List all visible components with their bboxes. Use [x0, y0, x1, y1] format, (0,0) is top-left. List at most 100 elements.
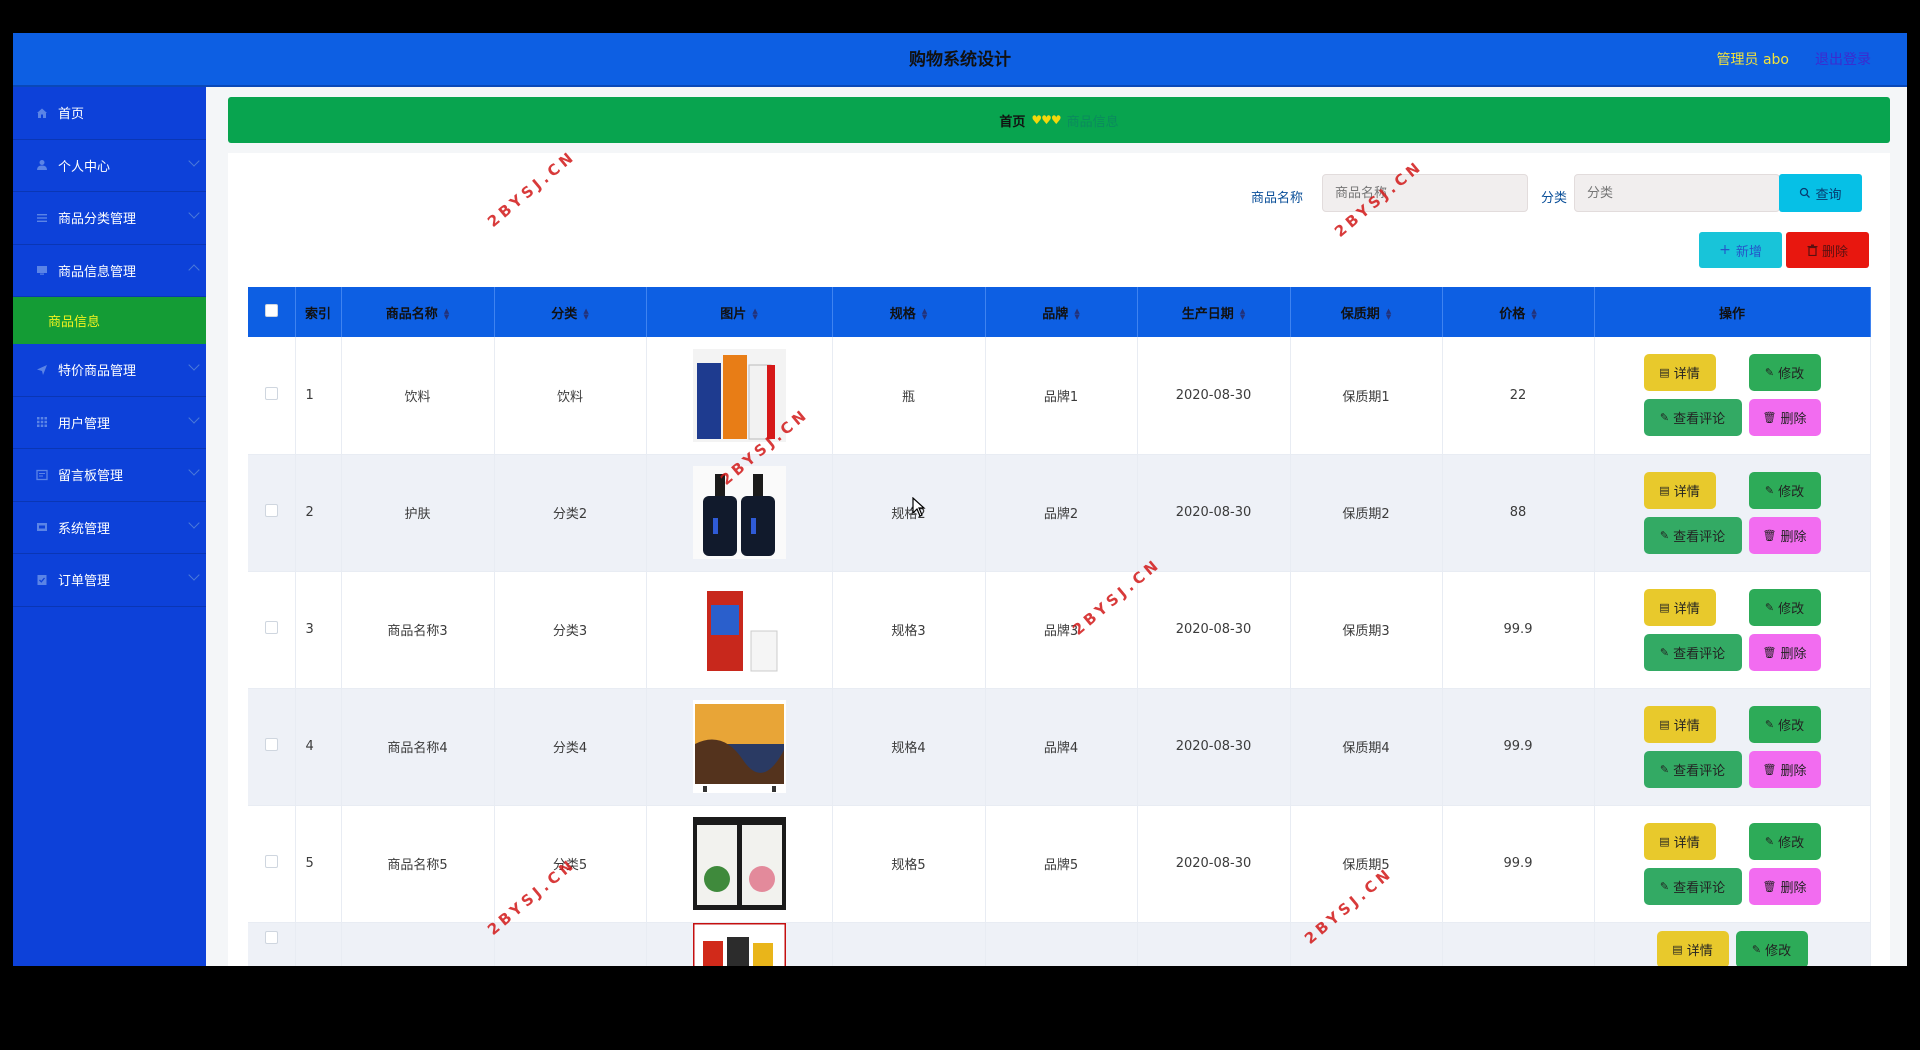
column-header-label: 保质期: [1340, 306, 1380, 322]
shelf-life-cell: 保质期2: [1290, 454, 1443, 572]
breadcrumb: 首页 ♥♥♥ 商品信息: [228, 97, 1890, 143]
actions-cell: ▤ 详情 ✎ 修改: [1594, 922, 1871, 966]
pencil-icon: ✎: [1659, 645, 1670, 659]
add-button[interactable]: + 新增: [1699, 232, 1782, 268]
row-checkbox[interactable]: [264, 930, 278, 944]
edit-button[interactable]: ✎ 修改: [1748, 705, 1821, 743]
delete-row-button[interactable]: 🗑 删除: [1748, 399, 1821, 437]
edit-label: 修改: [1765, 943, 1792, 959]
sort-icon[interactable]: ▲ ▼: [444, 308, 449, 321]
chevron-down-icon: [188, 154, 200, 167]
view-reviews-button[interactable]: ✎ 查看评论: [1643, 750, 1742, 788]
edit-button[interactable]: ✎ 修改: [1748, 354, 1821, 392]
sidebar-subitem-product-info[interactable]: 商品信息: [13, 297, 206, 344]
price-cell: 99.9: [1442, 805, 1595, 923]
sort-icon[interactable]: ▲ ▼: [1240, 308, 1245, 321]
sort-icon[interactable]: ▲ ▼: [1531, 308, 1536, 321]
sidebar-item-category[interactable]: 商品分类管理: [13, 192, 206, 245]
row-checkbox[interactable]: [264, 621, 278, 634]
column-header-date[interactable]: 生产日期 ▲ ▼: [1137, 287, 1291, 337]
sidebar-item-personal[interactable]: 个人中心: [13, 140, 206, 192]
edit-button[interactable]: ✎ 修改: [1748, 471, 1821, 509]
sidebar-item-messages[interactable]: 留言板管理: [13, 449, 206, 502]
column-header-image[interactable]: 图片 ▲ ▼: [646, 287, 833, 337]
snack-pack-image[interactable]: [692, 922, 786, 967]
home-icon: [35, 106, 49, 120]
product-name-cell: 商品名称4: [341, 688, 495, 806]
detail-button[interactable]: ▤ 详情: [1643, 822, 1716, 860]
delete-row-button[interactable]: 🗑 删除: [1748, 516, 1821, 554]
sort-icon[interactable]: ▲ ▼: [583, 308, 588, 321]
television-image[interactable]: [692, 700, 786, 793]
sidebar-item-system[interactable]: 系统管理: [13, 502, 206, 554]
shelf-life-cell: 保质期1: [1290, 337, 1443, 455]
delete-row-button[interactable]: 🗑 删除: [1748, 750, 1821, 788]
detail-label: 详情: [1686, 943, 1713, 959]
logout-link[interactable]: 退出登录: [1815, 33, 1871, 87]
delete-row-button[interactable]: 🗑 删除: [1748, 633, 1821, 671]
column-header-brand[interactable]: 品牌 ▲ ▼: [985, 287, 1138, 337]
bulk-delete-button[interactable]: 删除: [1786, 232, 1869, 268]
top-header: 购物系统设计 管理员 abo 退出登录: [13, 33, 1907, 87]
sort-icon[interactable]: ▲ ▼: [922, 308, 927, 321]
column-header-price[interactable]: 价格 ▲ ▼: [1442, 287, 1595, 337]
row-index: 4: [295, 688, 342, 806]
view-reviews-button[interactable]: ✎ 查看评论: [1643, 516, 1742, 554]
image-cell: [646, 805, 833, 923]
row-select-cell: [248, 571, 296, 689]
beverage-cartons-image[interactable]: [692, 348, 786, 442]
view-reviews-label: 查看评论: [1673, 646, 1726, 662]
edit-button[interactable]: ✎ 修改: [1748, 588, 1821, 626]
row-select-cell: [248, 805, 296, 923]
sidebar-item-orders[interactable]: 订单管理: [13, 554, 206, 607]
actions-cell: ▤ 详情 ✎ 修改 ✎ 查看评论 🗑 删除: [1594, 337, 1871, 455]
row-checkbox[interactable]: [264, 386, 278, 400]
product-table: 索引 商品名称 ▲ ▼ 分类 ▲ ▼ 图片 ▲ ▼ 规格 ▲ ▼ 品牌 ▲ ▼ 生产日期 ▲ ▼ 保质期…: [248, 287, 1871, 966]
view-reviews-button[interactable]: ✎ 查看评论: [1643, 867, 1742, 905]
category-cell: [494, 922, 647, 966]
column-header-name[interactable]: 商品名称 ▲ ▼: [341, 287, 495, 337]
delete-row-button[interactable]: 🗑 删除: [1748, 867, 1821, 905]
detail-button[interactable]: ▤ 详情: [1643, 705, 1716, 743]
milk-carton-image[interactable]: [692, 583, 786, 676]
sort-icon[interactable]: ▲ ▼: [752, 308, 757, 321]
view-reviews-label: 查看评论: [1673, 880, 1726, 896]
row-checkbox[interactable]: [264, 738, 278, 751]
column-header-spec[interactable]: 规格 ▲ ▼: [832, 287, 986, 337]
detail-button[interactable]: ▤ 详情: [1643, 588, 1716, 626]
category-cell: 分类2: [494, 454, 647, 572]
actions-cell: ▤ 详情 ✎ 修改 ✎ 查看评论 🗑 删除: [1594, 454, 1871, 572]
select-all-checkbox[interactable]: [264, 303, 278, 317]
bulk-delete-label: 删除: [1821, 244, 1848, 260]
breadcrumb-home[interactable]: 首页: [999, 111, 1025, 130]
edit-button[interactable]: ✎ 修改: [1748, 822, 1821, 860]
edit-button[interactable]: ✎ 修改: [1735, 930, 1808, 966]
app-window: 购物系统设计 管理员 abo 退出登录 首页 个人中心 商品分类管理 商品信息管…: [13, 33, 1907, 966]
sidebar-item-home[interactable]: 首页: [13, 87, 206, 140]
chevron-down-icon: [188, 207, 200, 219]
column-header-label: 图片: [720, 306, 747, 322]
detail-button[interactable]: ▤ 详情: [1656, 930, 1729, 966]
sidebar-item-users[interactable]: 用户管理: [13, 397, 206, 449]
sidebar-item-product-info[interactable]: 商品信息管理: [13, 245, 206, 297]
sort-icon[interactable]: ▲ ▼: [1074, 308, 1079, 321]
sidebar-item-special[interactable]: 特价商品管理: [13, 344, 206, 397]
row-checkbox[interactable]: [264, 504, 278, 517]
detail-button[interactable]: ▤ 详情: [1643, 471, 1716, 509]
row-checkbox[interactable]: [264, 855, 278, 868]
column-header-shelf-life[interactable]: 保质期 ▲ ▼: [1290, 287, 1443, 337]
product-name-input[interactable]: [1322, 174, 1528, 212]
sort-icon[interactable]: ▲ ▼: [1386, 308, 1391, 321]
skincare-bottles-image[interactable]: [692, 466, 786, 559]
shelf-life-cell: 保质期3: [1290, 571, 1443, 689]
view-reviews-label: 查看评论: [1673, 412, 1726, 428]
category-input[interactable]: [1574, 174, 1780, 212]
query-button[interactable]: 查询: [1779, 174, 1862, 212]
view-reviews-button[interactable]: ✎ 查看评论: [1643, 633, 1742, 671]
shelf-life-cell: [1290, 922, 1443, 966]
production-date-cell: 2020-08-30: [1137, 337, 1291, 455]
column-header-category[interactable]: 分类 ▲ ▼: [494, 287, 647, 337]
view-reviews-button[interactable]: ✎ 查看评论: [1643, 399, 1742, 437]
cosmetic-boxes-image[interactable]: [692, 817, 786, 910]
detail-button[interactable]: ▤ 详情: [1643, 354, 1716, 392]
